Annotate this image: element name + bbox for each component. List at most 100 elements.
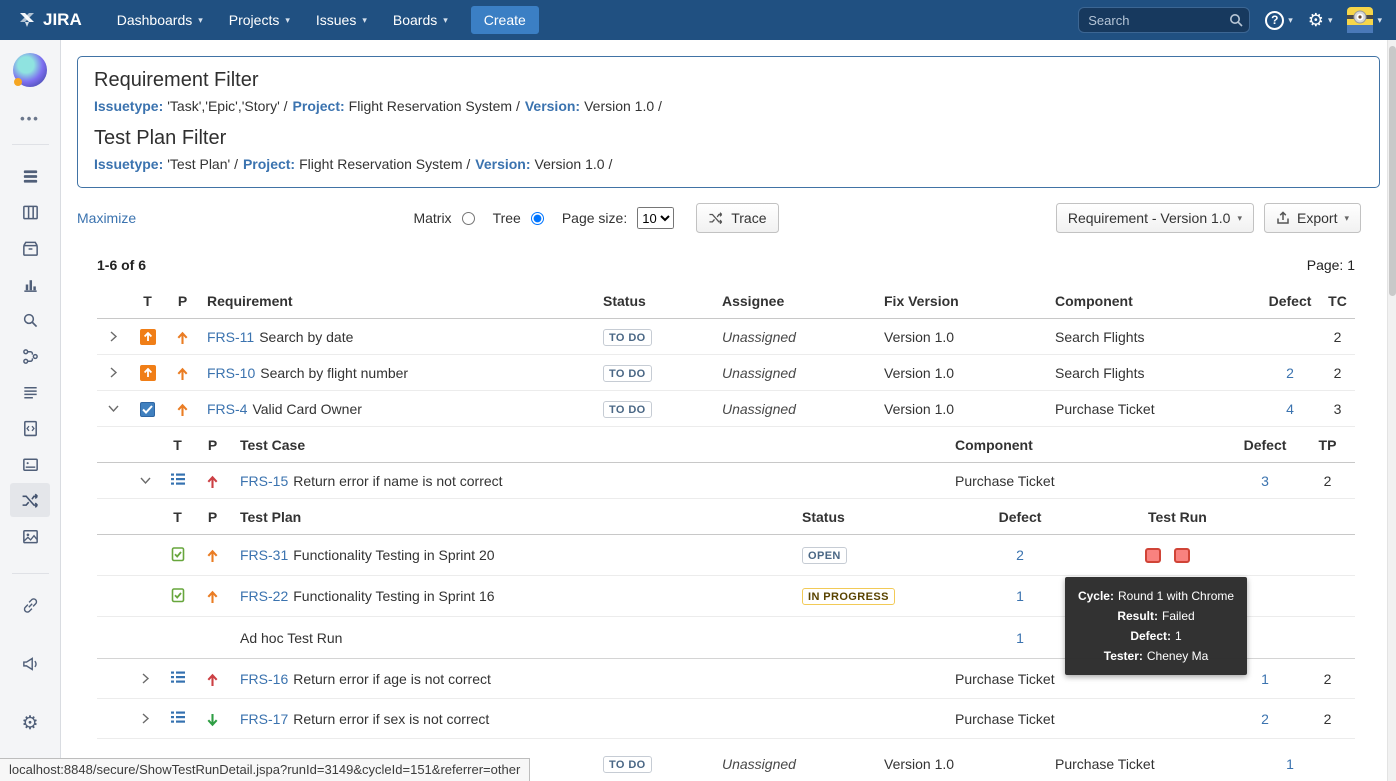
test-case-type-icon bbox=[170, 672, 186, 688]
defect-count-link[interactable]: 1 bbox=[1286, 756, 1294, 772]
expand-chevron-icon[interactable] bbox=[109, 331, 118, 342]
chevron-down-icon: ▾ bbox=[1377, 15, 1382, 26]
vertical-scrollbar[interactable] bbox=[1387, 40, 1396, 781]
project-avatar[interactable] bbox=[13, 53, 47, 87]
sidebar-item-traceability[interactable] bbox=[10, 483, 50, 517]
expand-chevron-icon[interactable] bbox=[109, 367, 118, 378]
view-selector-button[interactable]: Requirement - Version 1.0 ▾ bbox=[1056, 203, 1254, 233]
tooltip-line: Defect:1 bbox=[1073, 626, 1239, 646]
issue-summary: Functionality Testing in Sprint 20 bbox=[293, 547, 494, 563]
issue-key-link[interactable]: FRS-17 bbox=[240, 711, 288, 727]
expand-chevron-icon[interactable] bbox=[141, 713, 150, 724]
expand-chevron-icon[interactable] bbox=[141, 673, 150, 684]
sidebar-item-queues[interactable] bbox=[10, 159, 50, 193]
issue-type-icon bbox=[140, 365, 156, 381]
jira-logo[interactable]: JIRA bbox=[18, 10, 82, 30]
test-run-tooltip: Cycle:Round 1 with Chrome Result:Failed … bbox=[1065, 577, 1247, 675]
component: Purchase Ticket bbox=[1050, 401, 1260, 417]
defect-count-link[interactable]: 2 bbox=[1261, 711, 1269, 727]
defect-count-link[interactable]: 3 bbox=[1261, 473, 1269, 489]
defect-count-link[interactable]: 2 bbox=[1286, 365, 1294, 381]
search-icon[interactable] bbox=[1229, 13, 1243, 32]
traceability-table: T P Requirement Status Assignee Fix Vers… bbox=[97, 283, 1355, 781]
test-run-failed-icon[interactable] bbox=[1145, 548, 1161, 563]
issue-summary: Return error if name is not correct bbox=[293, 473, 502, 489]
trace-button[interactable]: Trace bbox=[696, 203, 778, 233]
test-plan-table-header: T P Test Plan Status Defect Test Run bbox=[97, 499, 1355, 535]
row-checkbox-checked[interactable] bbox=[140, 402, 155, 417]
link-icon bbox=[21, 596, 40, 615]
matrix-radio[interactable] bbox=[462, 212, 475, 225]
tree-radio[interactable] bbox=[531, 212, 544, 225]
col-status: Status bbox=[790, 509, 960, 525]
admin-menu[interactable]: ⚙ ▾ bbox=[1308, 11, 1333, 29]
sidebar-item-search-issues[interactable] bbox=[10, 303, 50, 337]
test-run-failed-icon[interactable] bbox=[1174, 548, 1190, 563]
component: Search Flights bbox=[1050, 329, 1260, 345]
issue-key-link[interactable]: FRS-10 bbox=[207, 365, 255, 381]
sidebar-item-test-plans[interactable] bbox=[10, 447, 50, 481]
maximize-link[interactable]: Maximize bbox=[77, 210, 136, 226]
issue-key-link[interactable]: FRS-15 bbox=[240, 473, 288, 489]
component: Purchase Ticket bbox=[940, 473, 1230, 489]
menu-projects[interactable]: Projects▾ bbox=[216, 0, 303, 40]
sidebar-divider bbox=[12, 573, 49, 574]
sidebar-item-announcements[interactable] bbox=[10, 646, 50, 680]
issue-key-link[interactable]: FRS-4 bbox=[207, 401, 247, 417]
tc-count: 3 bbox=[1320, 401, 1355, 417]
sidebar-divider bbox=[12, 144, 49, 145]
defect-count-link[interactable]: 1 bbox=[1016, 630, 1024, 646]
status-lozenge: IN PROGRESS bbox=[802, 588, 895, 605]
search-input[interactable] bbox=[1078, 7, 1250, 33]
browser-status-bar: localhost:8848/secure/ShowTestRunDetail.… bbox=[0, 758, 530, 781]
defect-count-link[interactable]: 1 bbox=[1016, 588, 1024, 604]
user-menu[interactable]: ▾ bbox=[1347, 7, 1382, 33]
main-menu: Dashboards▾ Projects▾ Issues▾ Boards▾ bbox=[104, 0, 461, 40]
chevron-down-icon: ▾ bbox=[285, 15, 290, 26]
box-icon bbox=[21, 239, 40, 258]
defect-count-link[interactable]: 1 bbox=[1261, 671, 1269, 687]
col-component: Component bbox=[1050, 293, 1260, 309]
sidebar-item-reports[interactable] bbox=[10, 267, 50, 301]
create-button[interactable]: Create bbox=[471, 6, 539, 34]
col-status: Status bbox=[600, 293, 720, 309]
sidebar-item-board[interactable] bbox=[10, 195, 50, 229]
matrix-radio-label: Matrix bbox=[413, 210, 451, 226]
issue-key-link[interactable]: FRS-22 bbox=[240, 588, 288, 604]
sidebar-item-test-repository[interactable] bbox=[10, 411, 50, 445]
component: Purchase Ticket bbox=[1050, 756, 1260, 772]
issue-key-link[interactable]: FRS-11 bbox=[207, 329, 254, 345]
sidebar-item-releases[interactable] bbox=[10, 231, 50, 265]
defect-count-link[interactable]: 4 bbox=[1286, 401, 1294, 417]
issue-key-link[interactable]: FRS-31 bbox=[240, 547, 288, 563]
adhoc-label: Ad hoc Test Run bbox=[230, 630, 790, 646]
collapse-chevron-icon[interactable] bbox=[140, 476, 151, 485]
image-icon bbox=[21, 527, 40, 546]
component: Purchase Ticket bbox=[940, 711, 1230, 727]
col-type: T bbox=[160, 437, 195, 453]
menu-issues[interactable]: Issues▾ bbox=[303, 0, 380, 40]
chevron-down-icon: ▾ bbox=[1288, 15, 1293, 26]
status-lozenge: TO DO bbox=[603, 756, 652, 773]
export-button[interactable]: Export ▾ bbox=[1264, 203, 1361, 233]
collapse-chevron-icon[interactable] bbox=[108, 404, 119, 413]
more-icon[interactable]: ••• bbox=[20, 111, 40, 126]
menu-boards[interactable]: Boards▾ bbox=[380, 0, 461, 40]
scrollbar-thumb[interactable] bbox=[1389, 46, 1396, 296]
view-controls: Matrix Tree Page size: 10 Trace bbox=[136, 203, 1056, 233]
page-indicator: Page: 1 bbox=[1307, 257, 1355, 273]
sidebar-item-requirements[interactable] bbox=[10, 375, 50, 409]
sidebar-item-media[interactable] bbox=[10, 519, 50, 553]
page-size-select[interactable]: 10 bbox=[637, 207, 674, 229]
sidebar-item-structure[interactable] bbox=[10, 339, 50, 373]
sidebar-item-add-link[interactable] bbox=[10, 588, 50, 622]
priority-critical-icon bbox=[207, 673, 218, 687]
page-size-label: Page size: bbox=[562, 210, 627, 226]
defect-count-link[interactable]: 2 bbox=[1016, 547, 1024, 563]
sidebar-settings-gear-icon[interactable]: ⚙ bbox=[21, 714, 38, 733]
menu-dashboards[interactable]: Dashboards▾ bbox=[104, 0, 216, 40]
help-menu[interactable]: ? ▾ bbox=[1265, 11, 1293, 30]
chevron-down-icon: ▾ bbox=[1344, 213, 1349, 224]
priority-high-icon bbox=[177, 367, 188, 381]
issue-key-link[interactable]: FRS-16 bbox=[240, 671, 288, 687]
